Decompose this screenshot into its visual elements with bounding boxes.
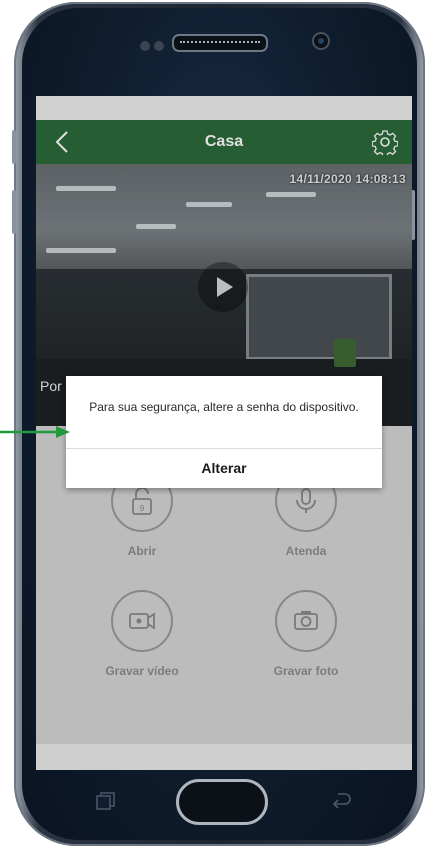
home-button[interactable] <box>176 779 268 825</box>
dialog-message: Para sua segurança, altere a senha do di… <box>89 400 359 414</box>
front-camera-icon <box>312 32 330 50</box>
security-dialog: Para sua segurança, altere a senha do di… <box>66 376 382 488</box>
change-password-button[interactable]: Alterar <box>66 448 382 488</box>
earpiece-speaker <box>172 34 268 52</box>
sensor-dots <box>140 38 168 56</box>
arrow-pointer-icon <box>0 426 70 438</box>
volume-button <box>12 130 16 164</box>
app-screen: Casa 14/11/2020 14:08:13 Por 9 Abrir Ate… <box>36 96 412 770</box>
volume-button-2 <box>12 190 16 234</box>
recent-apps-icon[interactable] <box>96 792 116 810</box>
back-nav-icon[interactable] <box>330 792 352 810</box>
